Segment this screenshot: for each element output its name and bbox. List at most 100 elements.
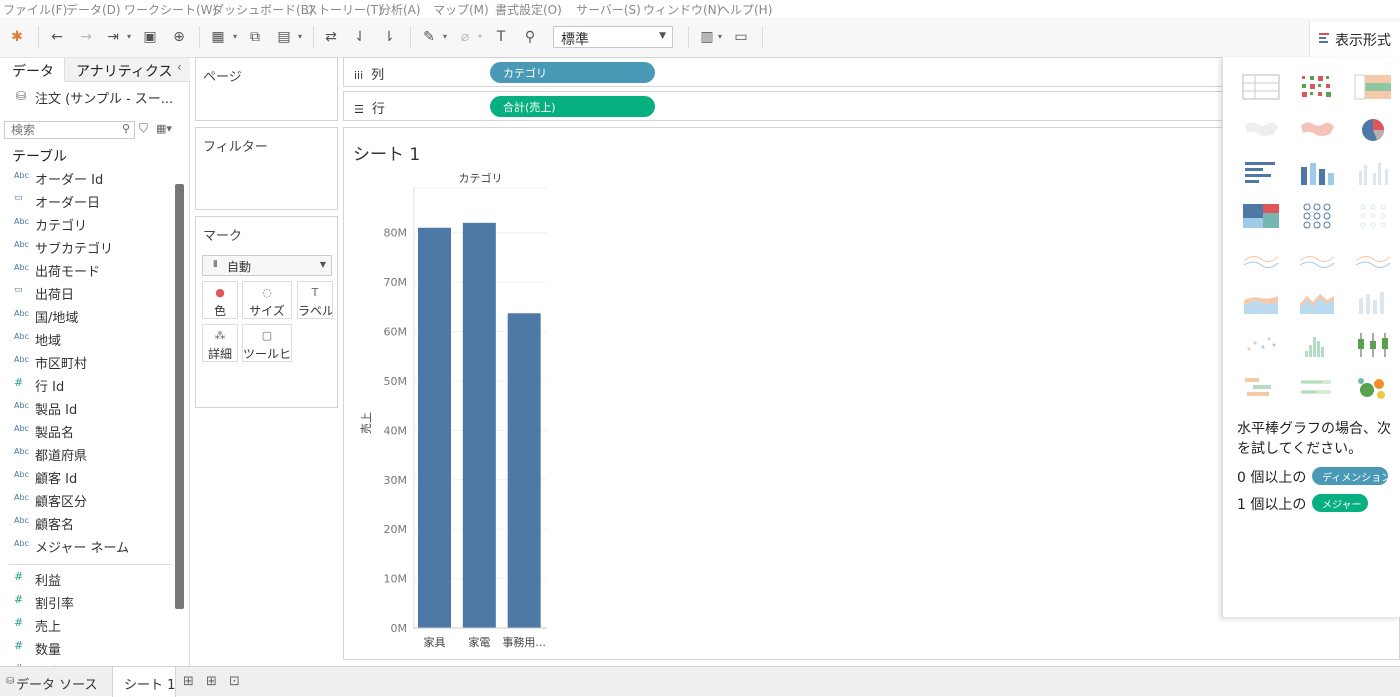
- replay-icon[interactable]: ⇥: [104, 28, 122, 46]
- highlight-table-icon[interactable]: [1353, 71, 1393, 103]
- add-datasource-icon[interactable]: ⊕: [170, 28, 188, 46]
- pin-icon[interactable]: ⚲: [521, 28, 539, 46]
- field-measure[interactable]: # 数量: [0, 637, 175, 659]
- bullet-icon[interactable]: [1297, 372, 1337, 404]
- sort-asc-icon[interactable]: ⇃: [351, 28, 369, 46]
- heat-map-icon[interactable]: [1297, 71, 1337, 103]
- group-icon[interactable]: ⌀: [456, 28, 474, 46]
- menu-item-6[interactable]: マップ(M): [433, 1, 489, 18]
- datasource-row[interactable]: ⛁ 注文 (サンプル - スー...: [0, 84, 190, 112]
- side-by-side-bars-icon[interactable]: [1353, 157, 1393, 189]
- menu-item-4[interactable]: ストーリー(T): [306, 1, 383, 18]
- pages-card[interactable]: ページ: [195, 57, 338, 121]
- columns-shelf[interactable]: iii 列 カテゴリ: [343, 57, 1223, 87]
- stacked-bar-icon[interactable]: [1297, 157, 1337, 189]
- menu-item-5[interactable]: 分析(A): [379, 1, 421, 18]
- columns-pill-category[interactable]: カテゴリ: [490, 62, 655, 83]
- mark-type-select[interactable]: ▮ 自動 ▼: [202, 255, 332, 276]
- field-dimension[interactable]: Abc サブカテゴリ: [0, 236, 175, 258]
- search-box[interactable]: ⚲: [4, 121, 135, 139]
- view-options-icon[interactable]: ▦▾: [156, 122, 172, 135]
- labels-icon[interactable]: T: [492, 28, 510, 46]
- field-dimension[interactable]: Abc カテゴリ: [0, 213, 175, 235]
- menu-item-1[interactable]: データ(D): [66, 1, 121, 18]
- mark-detail-button[interactable]: ⁂ 詳細: [202, 324, 238, 362]
- menu-item-8[interactable]: サーバー(S): [576, 1, 641, 18]
- scatter-plot-icon[interactable]: [1241, 329, 1281, 361]
- undo-icon[interactable]: ←: [48, 28, 66, 46]
- dual-lines-icon[interactable]: [1353, 243, 1393, 275]
- highlight-icon[interactable]: ✎: [420, 28, 438, 46]
- field-dimension[interactable]: Abc 製品名: [0, 420, 175, 442]
- tableau-logo-icon[interactable]: ✱: [8, 28, 26, 46]
- mark-color-button[interactable]: ● 色: [202, 281, 238, 319]
- tab-datasource[interactable]: ⛁ データ ソース: [0, 667, 112, 697]
- pie-chart-icon[interactable]: [1353, 114, 1393, 146]
- fit-select[interactable]: 標準 ▼: [553, 26, 673, 48]
- field-dimension[interactable]: Abc メジャー ネーム: [0, 535, 175, 557]
- new-worksheet-button[interactable]: ⊞: [180, 667, 202, 697]
- new-story-button[interactable]: ⊡: [226, 667, 248, 697]
- circle-views-icon[interactable]: [1297, 200, 1337, 232]
- filter-icon[interactable]: ⛉: [139, 121, 148, 136]
- field-dimension[interactable]: Abc 出荷モード: [0, 259, 175, 281]
- field-measure[interactable]: # 利益: [0, 568, 175, 590]
- packed-bubbles-icon[interactable]: [1353, 372, 1393, 404]
- rows-shelf[interactable]: ☰ 行 合計(売上): [343, 91, 1223, 121]
- field-dimension[interactable]: Abc 国/地域: [0, 305, 175, 327]
- field-measure[interactable]: # 割引率: [0, 591, 175, 613]
- horizontal-bar-icon[interactable]: [1241, 157, 1281, 189]
- field-dimension[interactable]: Abc 顧客区分: [0, 489, 175, 511]
- filters-card[interactable]: フィルター: [195, 127, 338, 210]
- menu-item-10[interactable]: ヘルプ(H): [718, 1, 772, 18]
- menu-item-2[interactable]: ワークシート(W): [124, 1, 217, 18]
- field-dimension[interactable]: Abc 製品 Id: [0, 397, 175, 419]
- menu-item-3[interactable]: ダッシュボード(B): [212, 1, 314, 18]
- dual-combination-icon[interactable]: [1353, 286, 1393, 318]
- duplicate-icon[interactable]: ⧉: [246, 28, 264, 46]
- field-dimension[interactable]: Abc 顧客 Id: [0, 466, 175, 488]
- tab-analytics[interactable]: アナリティクス ‹: [64, 58, 190, 82]
- line-discrete-icon[interactable]: [1297, 243, 1337, 275]
- field-dimension[interactable]: # 行 Id: [0, 374, 175, 396]
- mark-size-button[interactable]: ◌ サイズ: [242, 281, 292, 319]
- show-me-tab[interactable]: 表示形式: [1309, 22, 1400, 58]
- tab-sheet-1[interactable]: シート 1: [112, 667, 176, 697]
- sort-desc-icon[interactable]: ⇂: [380, 28, 398, 46]
- search-input[interactable]: [5, 122, 115, 138]
- collapse-icon[interactable]: ‹: [177, 60, 182, 74]
- treemap-icon[interactable]: [1241, 200, 1281, 232]
- filled-map-icon[interactable]: [1297, 114, 1337, 146]
- line-continuous-icon[interactable]: [1241, 243, 1281, 275]
- symbol-map-icon[interactable]: [1241, 114, 1281, 146]
- new-sheet-icon[interactable]: ▦: [209, 28, 227, 46]
- rows-pill-sales[interactable]: 合計(売上): [490, 96, 655, 117]
- new-dashboard-button[interactable]: ⊞: [203, 667, 225, 697]
- menu-item-0[interactable]: ファイル(F): [3, 1, 67, 18]
- field-dimension[interactable]: Abc 市区町村: [0, 351, 175, 373]
- area-continuous-icon[interactable]: [1241, 286, 1281, 318]
- field-dimension[interactable]: Abc 顧客名: [0, 512, 175, 534]
- field-measure[interactable]: # 売上: [0, 614, 175, 636]
- box-whisker-icon[interactable]: [1353, 329, 1393, 361]
- show-cards-icon[interactable]: ▥: [698, 28, 716, 46]
- side-by-side-circles-icon[interactable]: [1353, 200, 1393, 232]
- mark-tooltip-button[interactable]: ▢ ツールヒ...: [242, 324, 292, 362]
- redo-icon[interactable]: →: [77, 28, 95, 46]
- field-dimension[interactable]: Abc 都道府県: [0, 443, 175, 465]
- mark-label-button[interactable]: T ラベル: [297, 281, 333, 319]
- field-dimension[interactable]: Abc 地域: [0, 328, 175, 350]
- field-dimension[interactable]: ▭ 出荷日: [0, 282, 175, 304]
- text-table-icon[interactable]: [1241, 71, 1281, 103]
- swap-icon[interactable]: ⇄: [322, 28, 340, 46]
- menu-item-7[interactable]: 書式設定(O): [495, 1, 562, 18]
- clear-sheet-icon[interactable]: ▤: [275, 28, 293, 46]
- scrollbar[interactable]: [175, 184, 184, 609]
- area-discrete-icon[interactable]: [1297, 286, 1337, 318]
- field-dimension[interactable]: ▭ オーダー日: [0, 190, 175, 212]
- menu-item-9[interactable]: ウィンドウ(N): [643, 1, 721, 18]
- histogram-icon[interactable]: [1297, 329, 1337, 361]
- tab-data[interactable]: データ: [0, 58, 64, 82]
- presentation-icon[interactable]: ▭: [732, 28, 750, 46]
- save-icon[interactable]: ▣: [141, 28, 159, 46]
